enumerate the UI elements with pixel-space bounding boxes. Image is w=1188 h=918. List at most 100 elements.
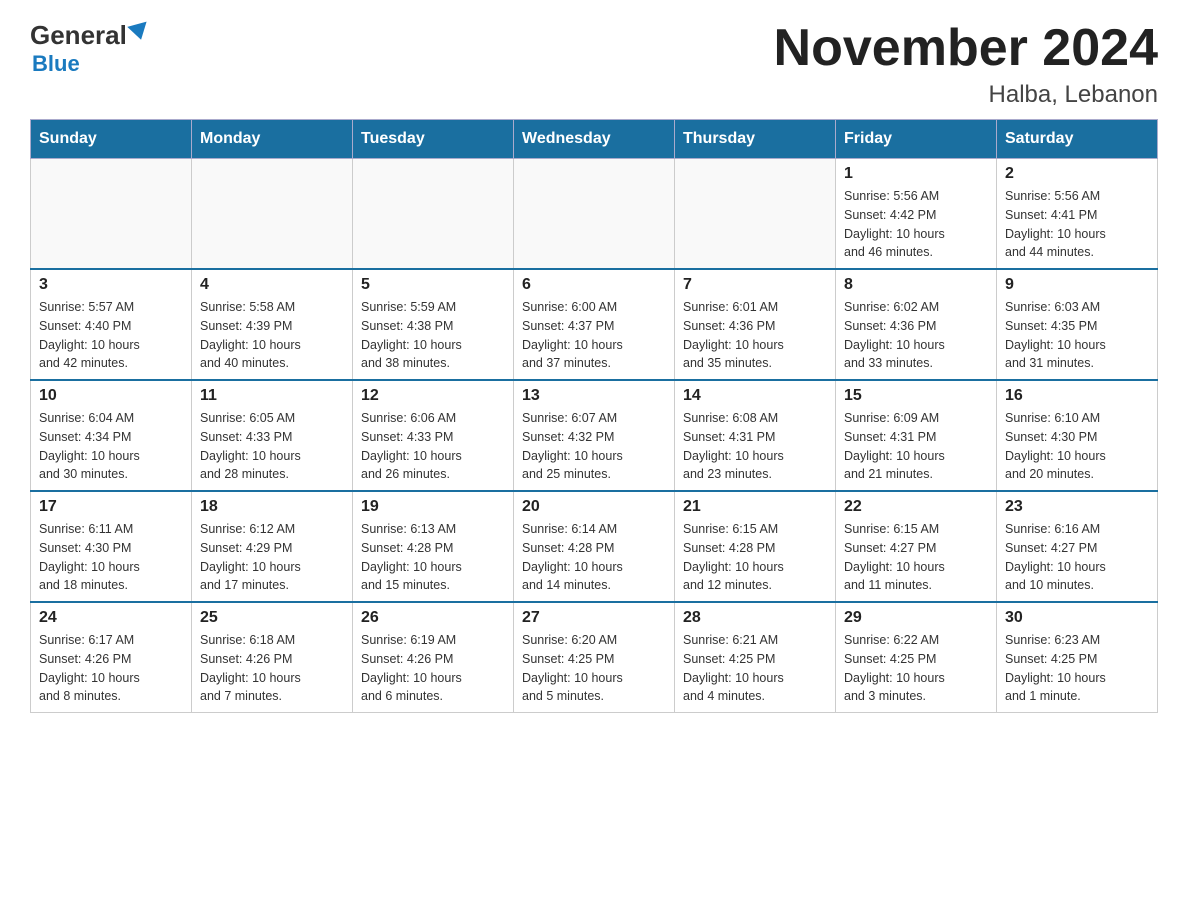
title-section: November 2024 Halba, Lebanon [774,20,1158,109]
day-info: Sunrise: 6:02 AM Sunset: 4:36 PM Dayligh… [844,298,988,373]
day-number: 6 [522,276,666,294]
day-number: 2 [1005,165,1149,183]
calendar-week-row: 24Sunrise: 6:17 AM Sunset: 4:26 PM Dayli… [31,602,1158,713]
table-row: 13 Sunrise: 6:07 AM Sunset: 4:32 PM Dayli… [514,380,675,491]
day-info: Sunrise: 6:06 AM Sunset: 4:33 PM Dayligh… [361,409,505,484]
page-header: General Blue November 2024 Halba, Lebano… [30,20,1158,109]
day-info: Sunrise: 6:00 AM Sunset: 4:37 PM Dayligh… [522,298,666,373]
col-friday: Friday [836,120,997,159]
day-number: 10 [39,387,183,405]
col-wednesday: Wednesday [514,120,675,159]
table-row [31,159,192,270]
table-row: 14Sunrise: 6:08 AM Sunset: 4:31 PM Dayli… [675,380,836,491]
day-info: Sunrise: 6:21 AM Sunset: 4:25 PM Dayligh… [683,631,827,706]
table-row: 17Sunrise: 6:11 AM Sunset: 4:30 PM Dayli… [31,491,192,602]
col-thursday: Thursday [675,120,836,159]
calendar-header-row: Sunday Monday Tuesday Wednesday Thursday… [31,120,1158,159]
table-row: 5 Sunrise: 5:59 AM Sunset: 4:38 PM Daylig… [353,269,514,380]
day-number: 13 [522,387,666,405]
logo-triangle-icon [127,21,150,42]
table-row [514,159,675,270]
table-row: 2 Sunrise: 5:56 AM Sunset: 4:41 PM Daylig… [997,159,1158,270]
day-number: 16 [1005,387,1149,405]
table-row: 12 Sunrise: 6:06 AM Sunset: 4:33 PM Dayli… [353,380,514,491]
day-number: 27 [522,609,666,627]
day-info: Sunrise: 6:23 AM Sunset: 4:25 PM Dayligh… [1005,631,1149,706]
day-number: 22 [844,498,988,516]
table-row: 26 Sunrise: 6:19 AM Sunset: 4:26 PM Dayli… [353,602,514,713]
day-number: 23 [1005,498,1149,516]
table-row: 4 Sunrise: 5:58 AM Sunset: 4:39 PM Daylig… [192,269,353,380]
day-info: Sunrise: 6:19 AM Sunset: 4:26 PM Dayligh… [361,631,505,706]
day-number: 20 [522,498,666,516]
day-number: 12 [361,387,505,405]
day-info: Sunrise: 6:01 AM Sunset: 4:36 PM Dayligh… [683,298,827,373]
day-info: Sunrise: 6:09 AM Sunset: 4:31 PM Dayligh… [844,409,988,484]
table-row: 1 Sunrise: 5:56 AM Sunset: 4:42 PM Daylig… [836,159,997,270]
table-row: 15Sunrise: 6:09 AM Sunset: 4:31 PM Dayli… [836,380,997,491]
col-saturday: Saturday [997,120,1158,159]
day-info: Sunrise: 6:03 AM Sunset: 4:35 PM Dayligh… [1005,298,1149,373]
logo-general: General [30,20,127,51]
day-info: Sunrise: 6:20 AM Sunset: 4:25 PM Dayligh… [522,631,666,706]
col-tuesday: Tuesday [353,120,514,159]
day-number: 21 [683,498,827,516]
day-info: Sunrise: 6:05 AM Sunset: 4:33 PM Dayligh… [200,409,344,484]
table-row: 18 Sunrise: 6:12 AM Sunset: 4:29 PM Dayli… [192,491,353,602]
day-number: 4 [200,276,344,294]
day-info: Sunrise: 6:17 AM Sunset: 4:26 PM Dayligh… [39,631,183,706]
table-row: 10 Sunrise: 6:04 AM Sunset: 4:34 PM Dayli… [31,380,192,491]
logo: General Blue [30,20,149,77]
day-info: Sunrise: 6:22 AM Sunset: 4:25 PM Dayligh… [844,631,988,706]
table-row: 9 Sunrise: 6:03 AM Sunset: 4:35 PM Daylig… [997,269,1158,380]
table-row [192,159,353,270]
table-row: 19 Sunrise: 6:13 AM Sunset: 4:28 PM Dayli… [353,491,514,602]
day-info: Sunrise: 6:12 AM Sunset: 4:29 PM Dayligh… [200,520,344,595]
table-row: 27 Sunrise: 6:20 AM Sunset: 4:25 PM Dayli… [514,602,675,713]
table-row: 28 Sunrise: 6:21 AM Sunset: 4:25 PM Dayli… [675,602,836,713]
table-row: 22Sunrise: 6:15 AM Sunset: 4:27 PM Dayli… [836,491,997,602]
table-row: 20 Sunrise: 6:14 AM Sunset: 4:28 PM Dayli… [514,491,675,602]
day-number: 3 [39,276,183,294]
table-row: 30 Sunrise: 6:23 AM Sunset: 4:25 PM Dayli… [997,602,1158,713]
table-row: 3 Sunrise: 5:57 AM Sunset: 4:40 PM Daylig… [31,269,192,380]
day-number: 7 [683,276,827,294]
day-info: Sunrise: 5:59 AM Sunset: 4:38 PM Dayligh… [361,298,505,373]
calendar-week-row: 1 Sunrise: 5:56 AM Sunset: 4:42 PM Daylig… [31,159,1158,270]
day-info: Sunrise: 5:56 AM Sunset: 4:41 PM Dayligh… [1005,187,1149,262]
day-number: 9 [1005,276,1149,294]
table-row [353,159,514,270]
day-info: Sunrise: 6:10 AM Sunset: 4:30 PM Dayligh… [1005,409,1149,484]
calendar-location: Halba, Lebanon [774,81,1158,109]
calendar-table: Sunday Monday Tuesday Wednesday Thursday… [30,119,1158,713]
day-info: Sunrise: 5:56 AM Sunset: 4:42 PM Dayligh… [844,187,988,262]
calendar-week-row: 17Sunrise: 6:11 AM Sunset: 4:30 PM Dayli… [31,491,1158,602]
table-row: 24Sunrise: 6:17 AM Sunset: 4:26 PM Dayli… [31,602,192,713]
table-row: 7 Sunrise: 6:01 AM Sunset: 4:36 PM Daylig… [675,269,836,380]
day-info: Sunrise: 6:13 AM Sunset: 4:28 PM Dayligh… [361,520,505,595]
logo-blue: Blue [32,51,80,77]
day-number: 1 [844,165,988,183]
day-number: 18 [200,498,344,516]
day-number: 26 [361,609,505,627]
day-number: 11 [200,387,344,405]
calendar-week-row: 3 Sunrise: 5:57 AM Sunset: 4:40 PM Daylig… [31,269,1158,380]
day-number: 17 [39,498,183,516]
day-info: Sunrise: 6:16 AM Sunset: 4:27 PM Dayligh… [1005,520,1149,595]
table-row [675,159,836,270]
day-number: 30 [1005,609,1149,627]
day-number: 29 [844,609,988,627]
calendar-title: November 2024 [774,20,1158,77]
day-info: Sunrise: 5:57 AM Sunset: 4:40 PM Dayligh… [39,298,183,373]
day-info: Sunrise: 6:04 AM Sunset: 4:34 PM Dayligh… [39,409,183,484]
day-number: 19 [361,498,505,516]
table-row: 11 Sunrise: 6:05 AM Sunset: 4:33 PM Dayli… [192,380,353,491]
col-monday: Monday [192,120,353,159]
day-number: 28 [683,609,827,627]
day-info: Sunrise: 6:14 AM Sunset: 4:28 PM Dayligh… [522,520,666,595]
col-sunday: Sunday [31,120,192,159]
table-row: 8Sunrise: 6:02 AM Sunset: 4:36 PM Daylig… [836,269,997,380]
day-number: 5 [361,276,505,294]
day-info: Sunrise: 6:07 AM Sunset: 4:32 PM Dayligh… [522,409,666,484]
day-info: Sunrise: 5:58 AM Sunset: 4:39 PM Dayligh… [200,298,344,373]
